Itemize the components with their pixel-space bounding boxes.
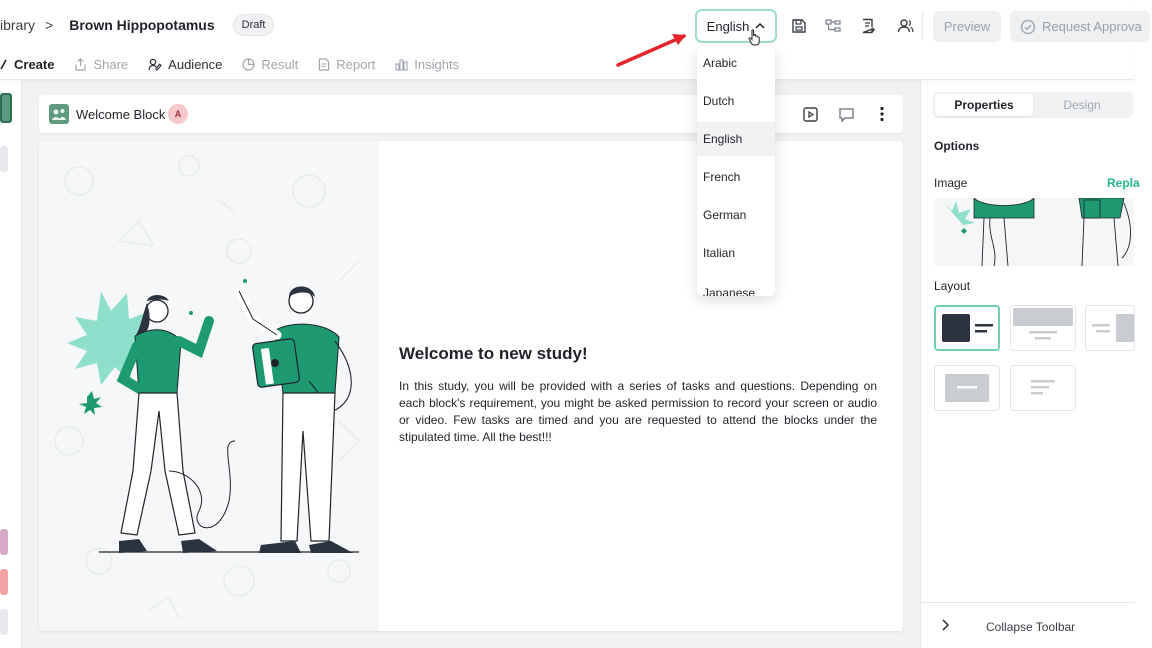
layout-option-centered-text[interactable] [934,365,1000,411]
tab-share[interactable]: Share [74,50,128,78]
breadcrumb-library-link[interactable]: ibrary [0,17,35,33]
tab-create-label: Create [14,56,55,72]
language-option-arabic[interactable]: Arabic [697,46,775,80]
tab-share-label: Share [93,56,129,72]
collapse-toolbar-button[interactable]: Collapse Toolbar [986,620,1075,634]
panel-tab-switcher: Properties Design [933,92,1133,118]
tab-insights[interactable]: Insights [395,50,459,78]
block-list-sidebar [0,80,22,648]
block-thumbnail-selected[interactable] [0,93,12,123]
language-option-french[interactable]: French [697,160,775,194]
language-option-dutch[interactable]: Dutch [697,84,775,118]
study-title[interactable]: Brown Hippopotamus [69,17,214,33]
add-note-icon[interactable] [857,15,879,37]
request-approval-button[interactable]: Request Approva [1010,11,1150,42]
block-type-button[interactable] [0,529,8,555]
hand-cursor-icon [748,29,760,46]
tab-audience-label: Audience [168,56,223,72]
options-heading: Options [934,139,980,153]
preview-button[interactable]: Preview [933,11,1001,42]
save-icon[interactable] [788,15,810,37]
collaborators-icon[interactable] [894,15,916,37]
block-type-button[interactable] [0,609,8,635]
share-icon [75,57,87,71]
logic-flow-icon[interactable] [822,15,844,37]
more-options-icon[interactable] [872,104,892,124]
image-thumbnail[interactable] [934,198,1134,266]
layout-option-image-right[interactable] [1085,305,1135,351]
image-label: Image [934,176,968,190]
edit-icon [0,59,7,70]
layout-option-text-only[interactable] [1010,365,1076,411]
language-dropdown-menu: Arabic Dutch English French German Itali… [697,46,775,296]
top-bar: ibrary > Brown Hippopotamus Draft Englis… [0,0,1150,80]
report-icon [319,57,330,71]
result-icon [242,57,255,71]
welcome-block-icon [49,104,69,124]
header-divider [922,12,923,40]
tab-design[interactable]: Design [1033,94,1131,116]
tab-audience[interactable]: Audience [148,50,222,78]
properties-panel: Properties Design Options Image Repla La… [920,80,1140,648]
audience-icon [148,58,162,71]
avatar[interactable]: A [168,104,188,124]
language-option-english[interactable]: English [697,122,775,156]
language-option-german[interactable]: German [697,198,775,232]
block-thumbnail[interactable] [0,146,8,172]
comment-icon[interactable] [836,104,856,124]
breadcrumb-separator: > [45,17,54,33]
status-badge: Draft [232,14,275,36]
insights-icon [395,58,408,71]
tab-create[interactable]: Create [0,50,54,78]
layout-option-image-top[interactable] [1010,305,1076,351]
welcome-heading[interactable]: Welcome to new study! [399,344,588,364]
language-option-japanese[interactable]: Japanese [697,276,775,296]
tab-report[interactable]: Report [318,50,375,78]
request-approval-label: Request Approva [1042,19,1142,34]
language-selector-label: English [706,18,750,34]
layout-heading: Layout [934,279,971,293]
block-type-button[interactable] [0,569,8,595]
collapse-toolbar-footer: Collapse Toolbar [921,602,1135,648]
tab-insights-label: Insights [414,56,460,72]
breadcrumb: ibrary > Brown Hippopotamus Draft [0,12,275,38]
preview-block-icon[interactable] [800,104,820,124]
layout-option-image-left[interactable] [934,305,1000,351]
check-circle-icon [1020,19,1036,34]
language-selector-button[interactable]: English [695,9,777,43]
welcome-body-text[interactable]: In this study, you will be provided with… [399,378,877,446]
block-title: Welcome Block [76,107,166,122]
tab-result-label: Result [261,56,299,72]
app-window: ibrary > Brown Hippopotamus Draft Englis… [0,0,1152,648]
welcome-illustration [39,141,379,631]
tab-properties[interactable]: Properties [935,94,1033,116]
annotation-arrow-icon [616,34,686,67]
tab-bar: Create Share Audience Result Report Insi… [0,50,479,78]
tab-report-label: Report [336,56,376,72]
replace-image-link[interactable]: Repla [1107,176,1140,190]
editor-canvas: Welcome Block A Welcome to new study! In… [22,80,920,648]
tab-result[interactable]: Result [242,50,298,78]
language-option-italian[interactable]: Italian [697,236,775,270]
chevron-right-icon[interactable] [941,618,950,634]
